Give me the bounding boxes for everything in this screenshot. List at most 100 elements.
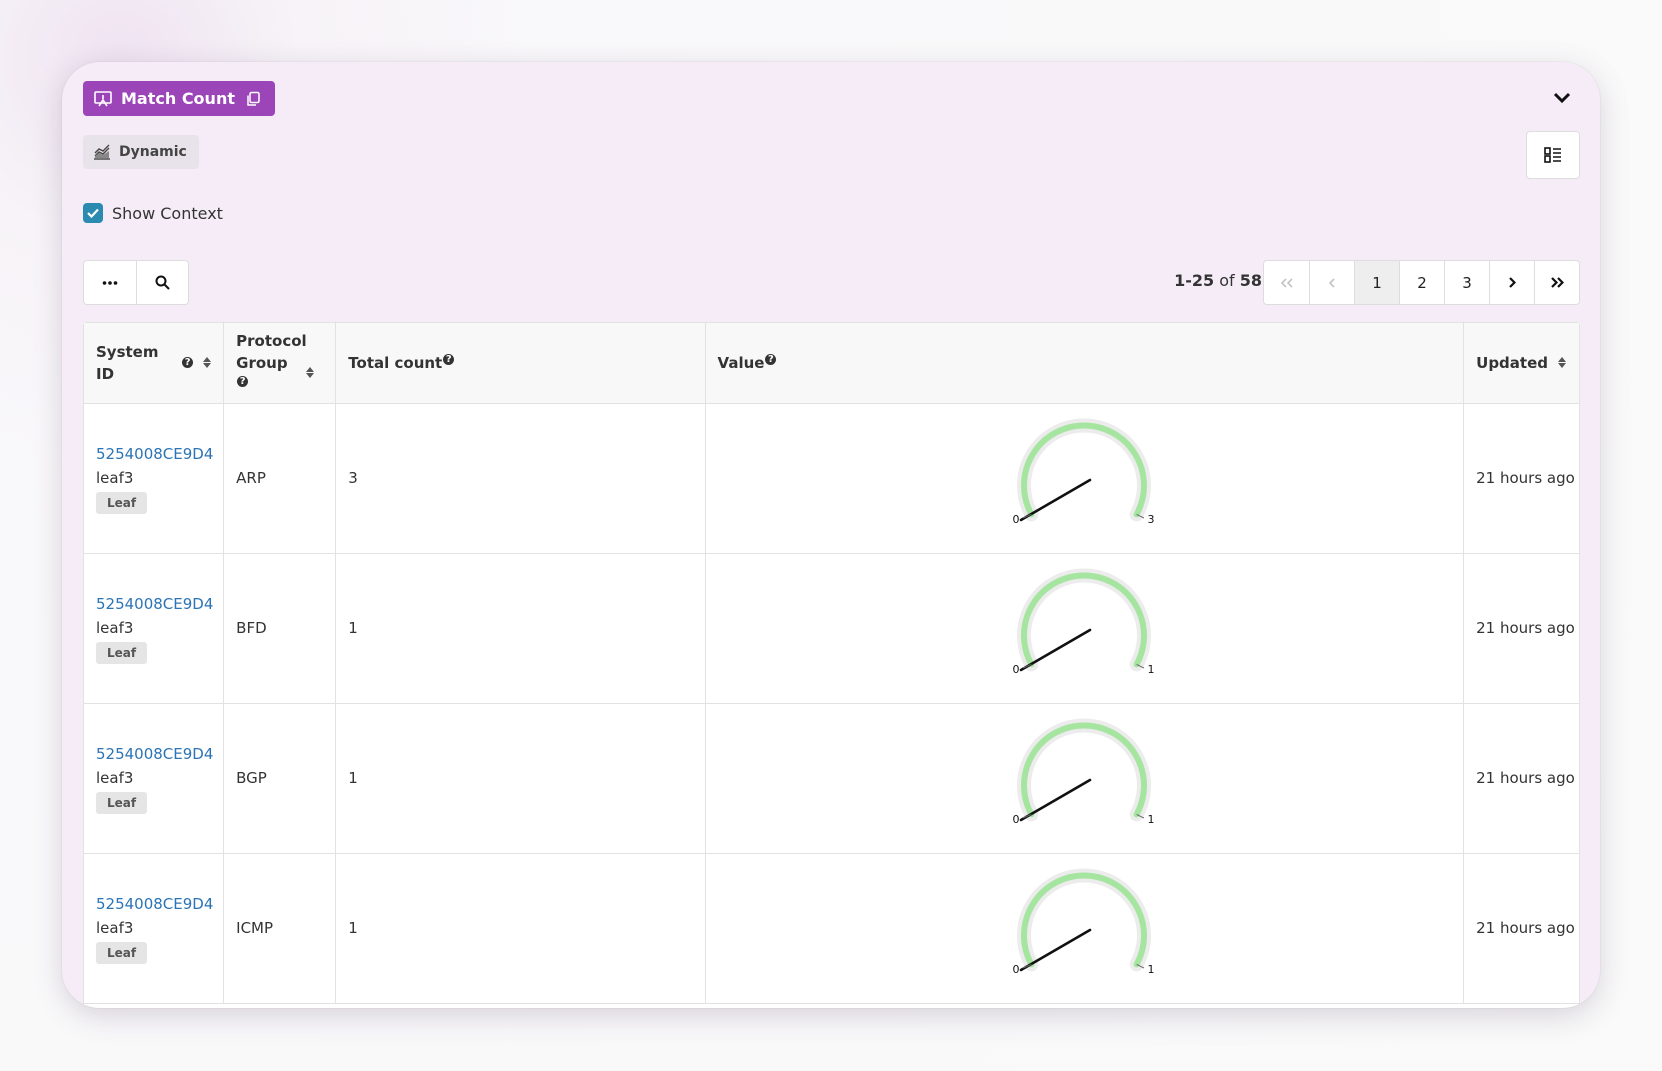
value-gauge: 0 1 (1013, 568, 1155, 676)
next-page-button[interactable] (1489, 261, 1534, 304)
role-badge: Leaf (96, 642, 148, 664)
gauge-min-label: 0 (1013, 663, 1020, 676)
system-name: leaf3 (96, 919, 134, 937)
page-button-1[interactable]: 1 (1354, 261, 1399, 304)
value-gauge-cell: 0 3 (705, 403, 1465, 554)
pagination-range: 1-25 (1174, 271, 1215, 290)
protocol-cell: ICMP (223, 853, 337, 1004)
page-button-3[interactable]: 3 (1444, 261, 1489, 304)
table-tools (83, 260, 189, 305)
system-cell: 5254008CE9D4 leaf3 Leaf (84, 553, 225, 704)
show-context-label: Show Context (112, 203, 223, 223)
column-header-protocol-group[interactable]: Protocol Group? (223, 323, 337, 404)
more-options-button[interactable] (84, 261, 136, 304)
pagination-of: of (1219, 271, 1235, 290)
system-cell: 5254008CE9D4 leaf3 Leaf (84, 403, 225, 554)
system-id-link[interactable]: 5254008CE9D4 (96, 742, 213, 766)
updated-cell: 21 hours ago (1463, 403, 1579, 554)
role-badge: Leaf (96, 942, 148, 964)
area-chart-icon (94, 144, 110, 160)
pagination: 1 2 3 (1263, 260, 1580, 305)
check-icon (87, 208, 99, 218)
system-id-link[interactable]: 5254008CE9D4 (96, 592, 213, 616)
count-cell: 3 (335, 403, 706, 554)
sort-icon[interactable] (1558, 357, 1566, 369)
updated-header-label: Updated (1476, 353, 1548, 372)
sort-icon[interactable] (306, 367, 315, 379)
pagination-summary: 1-25 of 58 (1174, 271, 1262, 290)
table-row: 5254008CE9D4 leaf3 Leaf BFD 1 0 1 21 hou… (84, 553, 1579, 704)
gauge-max-label: 1 (1148, 813, 1155, 826)
search-button[interactable] (136, 261, 188, 304)
search-icon (155, 275, 170, 290)
widget-title: Match Count (121, 89, 235, 108)
protocol-group-header-label: Protocol Group (236, 331, 307, 372)
count-cell: 1 (335, 553, 706, 704)
column-header-value: Value? (705, 323, 1465, 404)
role-badge: Leaf (96, 492, 148, 514)
gauge-min-label: 0 (1013, 513, 1020, 526)
widget-card: Match Count Dynamic Show Context 1-25 of… (62, 62, 1600, 1008)
help-icon[interactable]: ? (765, 354, 777, 366)
role-badge: Leaf (96, 792, 148, 814)
chevron-down-icon (1553, 92, 1571, 104)
widget-title-button[interactable]: Match Count (83, 81, 275, 116)
gauge-max-label: 3 (1148, 513, 1155, 526)
gauge-min-label: 0 (1013, 963, 1020, 976)
value-gauge-cell: 0 1 (705, 703, 1465, 854)
first-page-button[interactable] (1264, 261, 1309, 304)
value-gauge: 0 3 (1013, 418, 1155, 526)
table-row: 5254008CE9D4 leaf3 Leaf ARP 3 0 3 21 hou… (84, 403, 1579, 554)
updated-cell: 21 hours ago (1463, 553, 1579, 704)
layout-toggle-button[interactable] (1526, 131, 1580, 179)
last-page-button[interactable] (1534, 261, 1579, 304)
double-chevron-left-icon (1280, 277, 1293, 288)
pagination-total: 58 (1239, 271, 1262, 290)
help-icon[interactable]: ? (182, 357, 194, 369)
value-gauge: 0 1 (1013, 718, 1155, 826)
prev-page-button[interactable] (1309, 261, 1354, 304)
gauge-min-label: 0 (1013, 813, 1020, 826)
protocol-cell: BGP (223, 703, 337, 854)
column-header-system-id[interactable]: System ID? (84, 323, 225, 404)
column-header-total-count: Total count? (335, 323, 706, 404)
double-chevron-right-icon (1550, 277, 1564, 288)
layout-icon (1544, 147, 1561, 163)
total-count-header-label: Total count (348, 353, 443, 372)
value-gauge-cell: 0 1 (705, 553, 1465, 704)
updated-cell: 21 hours ago (1463, 853, 1579, 1004)
value-header-label: Value (717, 353, 765, 372)
sort-icon[interactable] (203, 357, 212, 369)
widget-type-icon (93, 89, 113, 109)
help-icon[interactable]: ? (443, 354, 455, 366)
count-cell: 1 (335, 853, 706, 1004)
ellipsis-icon (102, 280, 118, 285)
value-gauge-cell: 0 1 (705, 853, 1465, 1004)
mode-pill[interactable]: Dynamic (83, 135, 199, 169)
page-button-2[interactable]: 2 (1399, 261, 1444, 304)
show-context-checkbox[interactable] (83, 203, 103, 223)
chevron-right-icon (1508, 277, 1516, 288)
system-cell: 5254008CE9D4 leaf3 Leaf (84, 703, 225, 854)
system-name: leaf3 (96, 469, 134, 487)
protocol-cell: ARP (223, 403, 337, 554)
collapse-button[interactable] (1550, 86, 1574, 110)
system-id-link[interactable]: 5254008CE9D4 (96, 892, 213, 916)
system-cell: 5254008CE9D4 leaf3 Leaf (84, 853, 225, 1004)
help-icon[interactable]: ? (237, 376, 249, 388)
mode-label: Dynamic (119, 144, 187, 160)
copy-icon[interactable] (243, 89, 263, 109)
data-table: System ID? Protocol Group? Total count? (83, 322, 1580, 1008)
system-name: leaf3 (96, 619, 134, 637)
system-name: leaf3 (96, 769, 134, 787)
column-header-updated[interactable]: Updated (1463, 323, 1579, 404)
chevron-left-icon (1329, 277, 1335, 288)
gauge-max-label: 1 (1148, 963, 1155, 976)
system-id-link[interactable]: 5254008CE9D4 (96, 442, 213, 466)
protocol-cell: BFD (223, 553, 337, 704)
updated-cell: 21 hours ago (1463, 703, 1579, 854)
table-row: 5254008CE9D4 leaf3 Leaf ICMP 1 0 1 21 ho… (84, 853, 1579, 1004)
show-context-toggle[interactable]: Show Context (83, 203, 223, 223)
table-row: 5254008CE9D4 leaf3 Leaf BGP 1 0 1 21 hou… (84, 703, 1579, 854)
gauge-max-label: 1 (1148, 663, 1155, 676)
